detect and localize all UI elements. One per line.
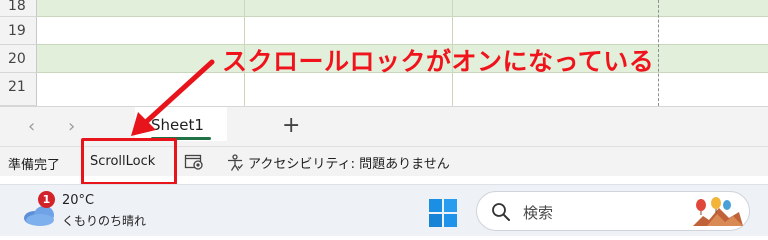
next-sheet-button[interactable]: › bbox=[68, 116, 75, 137]
status-ready-label: 準備完了 bbox=[8, 158, 61, 173]
page-break-line bbox=[658, 0, 659, 106]
row-number: 18 bbox=[8, 0, 26, 14]
accessibility-label: アクセシビリティ: 問題ありません bbox=[248, 157, 450, 172]
accessibility-status[interactable]: アクセシビリティ: 問題ありません bbox=[226, 153, 450, 172]
macro-record-icon[interactable] bbox=[184, 153, 204, 171]
row-header-18[interactable]: 18 bbox=[0, 0, 37, 17]
search-highlight-illustration bbox=[693, 197, 743, 226]
windows-taskbar: 1 20°C くもりのち晴れ 検索 bbox=[0, 184, 768, 236]
row-number: 21 bbox=[8, 79, 26, 95]
sheet-tab-sheet1[interactable]: Sheet1 bbox=[135, 107, 227, 141]
row-header-20[interactable]: 20 bbox=[0, 45, 37, 73]
annotation-text: スクロールロックがオンになっている bbox=[222, 47, 655, 76]
search-placeholder: 検索 bbox=[523, 204, 554, 222]
add-sheet-button[interactable]: + bbox=[282, 113, 300, 138]
weather-temperature: 20°C bbox=[62, 193, 95, 208]
taskbar-search-box[interactable]: 検索 bbox=[476, 191, 750, 231]
sheet-tab-label: Sheet1 bbox=[151, 116, 204, 134]
weather-condition: くもりのち晴れ bbox=[62, 214, 147, 228]
row-header-21[interactable]: 21 bbox=[0, 73, 37, 106]
previous-sheet-button[interactable]: ‹ bbox=[28, 116, 35, 137]
accessibility-icon bbox=[228, 153, 243, 171]
windows-start-icon[interactable] bbox=[427, 197, 459, 229]
weather-widget[interactable]: 1 20°C くもりのち晴れ bbox=[22, 189, 172, 235]
row-header-19[interactable]: 19 bbox=[0, 17, 37, 45]
notification-badge: 1 bbox=[38, 191, 55, 208]
row-number: 19 bbox=[8, 22, 26, 39]
scroll-lock-highlight-box bbox=[81, 138, 177, 185]
search-icon bbox=[492, 203, 510, 221]
row-number: 20 bbox=[8, 50, 26, 67]
